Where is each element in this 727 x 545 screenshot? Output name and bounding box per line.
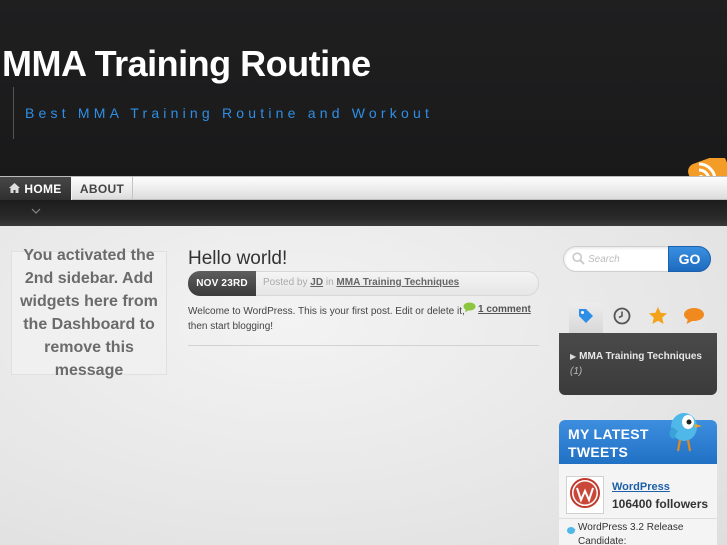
sidebar2-message: You activated the 2nd sidebar. Add widge… xyxy=(20,247,158,379)
tab-recent[interactable] xyxy=(605,303,639,333)
nav-item-home[interactable]: Home xyxy=(0,177,71,201)
comments-link[interactable]: 1 comment xyxy=(463,302,531,316)
post-title[interactable]: Hello world! xyxy=(188,248,287,270)
tab-tags[interactable] xyxy=(569,303,603,333)
posted-by-label: Posted by xyxy=(263,277,308,288)
nav-item-about-label: About xyxy=(79,182,125,196)
search-icon xyxy=(572,252,585,270)
site-title[interactable]: MMA Training Routine xyxy=(2,42,371,86)
nav-shadow xyxy=(0,200,727,226)
clock-icon xyxy=(613,307,631,330)
category-name: MMA Training Techniques xyxy=(579,351,702,362)
chevron-right-icon: ▶ xyxy=(570,352,577,361)
tab-popular[interactable] xyxy=(641,303,675,333)
tweets-divider xyxy=(559,518,717,519)
tag-icon xyxy=(577,307,595,330)
nav-item-about[interactable]: About xyxy=(71,177,133,201)
post-excerpt: Welcome to WordPress. This is your first… xyxy=(188,306,465,332)
sidebar2-notice: You activated the 2nd sidebar. Add widge… xyxy=(11,247,167,379)
twitter-bird-icon xyxy=(664,407,704,458)
star-icon xyxy=(648,306,668,330)
post-divider xyxy=(188,345,539,346)
twitter-followers: 106400 followers xyxy=(612,497,709,511)
post-meta: Posted by JD in MMA Training Techniques xyxy=(263,277,459,289)
home-icon xyxy=(9,182,21,196)
post-author-link[interactable]: JD xyxy=(310,277,323,288)
wordpress-logo-icon xyxy=(570,477,600,513)
in-label: in xyxy=(325,277,334,288)
tweet-bird-icon xyxy=(566,522,576,540)
post-date-badge: Nov 23rd xyxy=(188,271,256,296)
wordpress-avatar[interactable] xyxy=(566,476,604,514)
latest-tweet-text: WordPress 3.2 Release Candidate: xyxy=(578,522,684,545)
category-count: (1) xyxy=(570,366,583,377)
search-go-button[interactable]: GO xyxy=(668,246,711,272)
title-divider xyxy=(13,87,14,139)
chevron-down-icon xyxy=(31,201,41,219)
search-input[interactable] xyxy=(588,251,666,267)
sidebar-tabs xyxy=(565,303,715,333)
site-header: MMA Training Routine Best MMA Training R… xyxy=(0,0,727,184)
comments-link-label: 1 comment xyxy=(478,303,531,315)
twitter-account-name[interactable]: WordPress xyxy=(612,481,670,493)
nav-item-home-label: Home xyxy=(24,182,62,196)
comment-bubble-icon xyxy=(463,302,476,316)
tweets-title: My Latest Tweets xyxy=(568,426,649,460)
site-tagline: Best MMA Training Routine and Workout xyxy=(25,105,434,121)
tab-comments[interactable] xyxy=(677,303,711,333)
comment-icon xyxy=(683,307,705,330)
category-item[interactable]: ▶ MMA Training Techniques (1) xyxy=(570,349,710,379)
main-nav: Home About xyxy=(0,176,727,201)
post-category-link[interactable]: MMA Training Techniques xyxy=(336,277,459,288)
